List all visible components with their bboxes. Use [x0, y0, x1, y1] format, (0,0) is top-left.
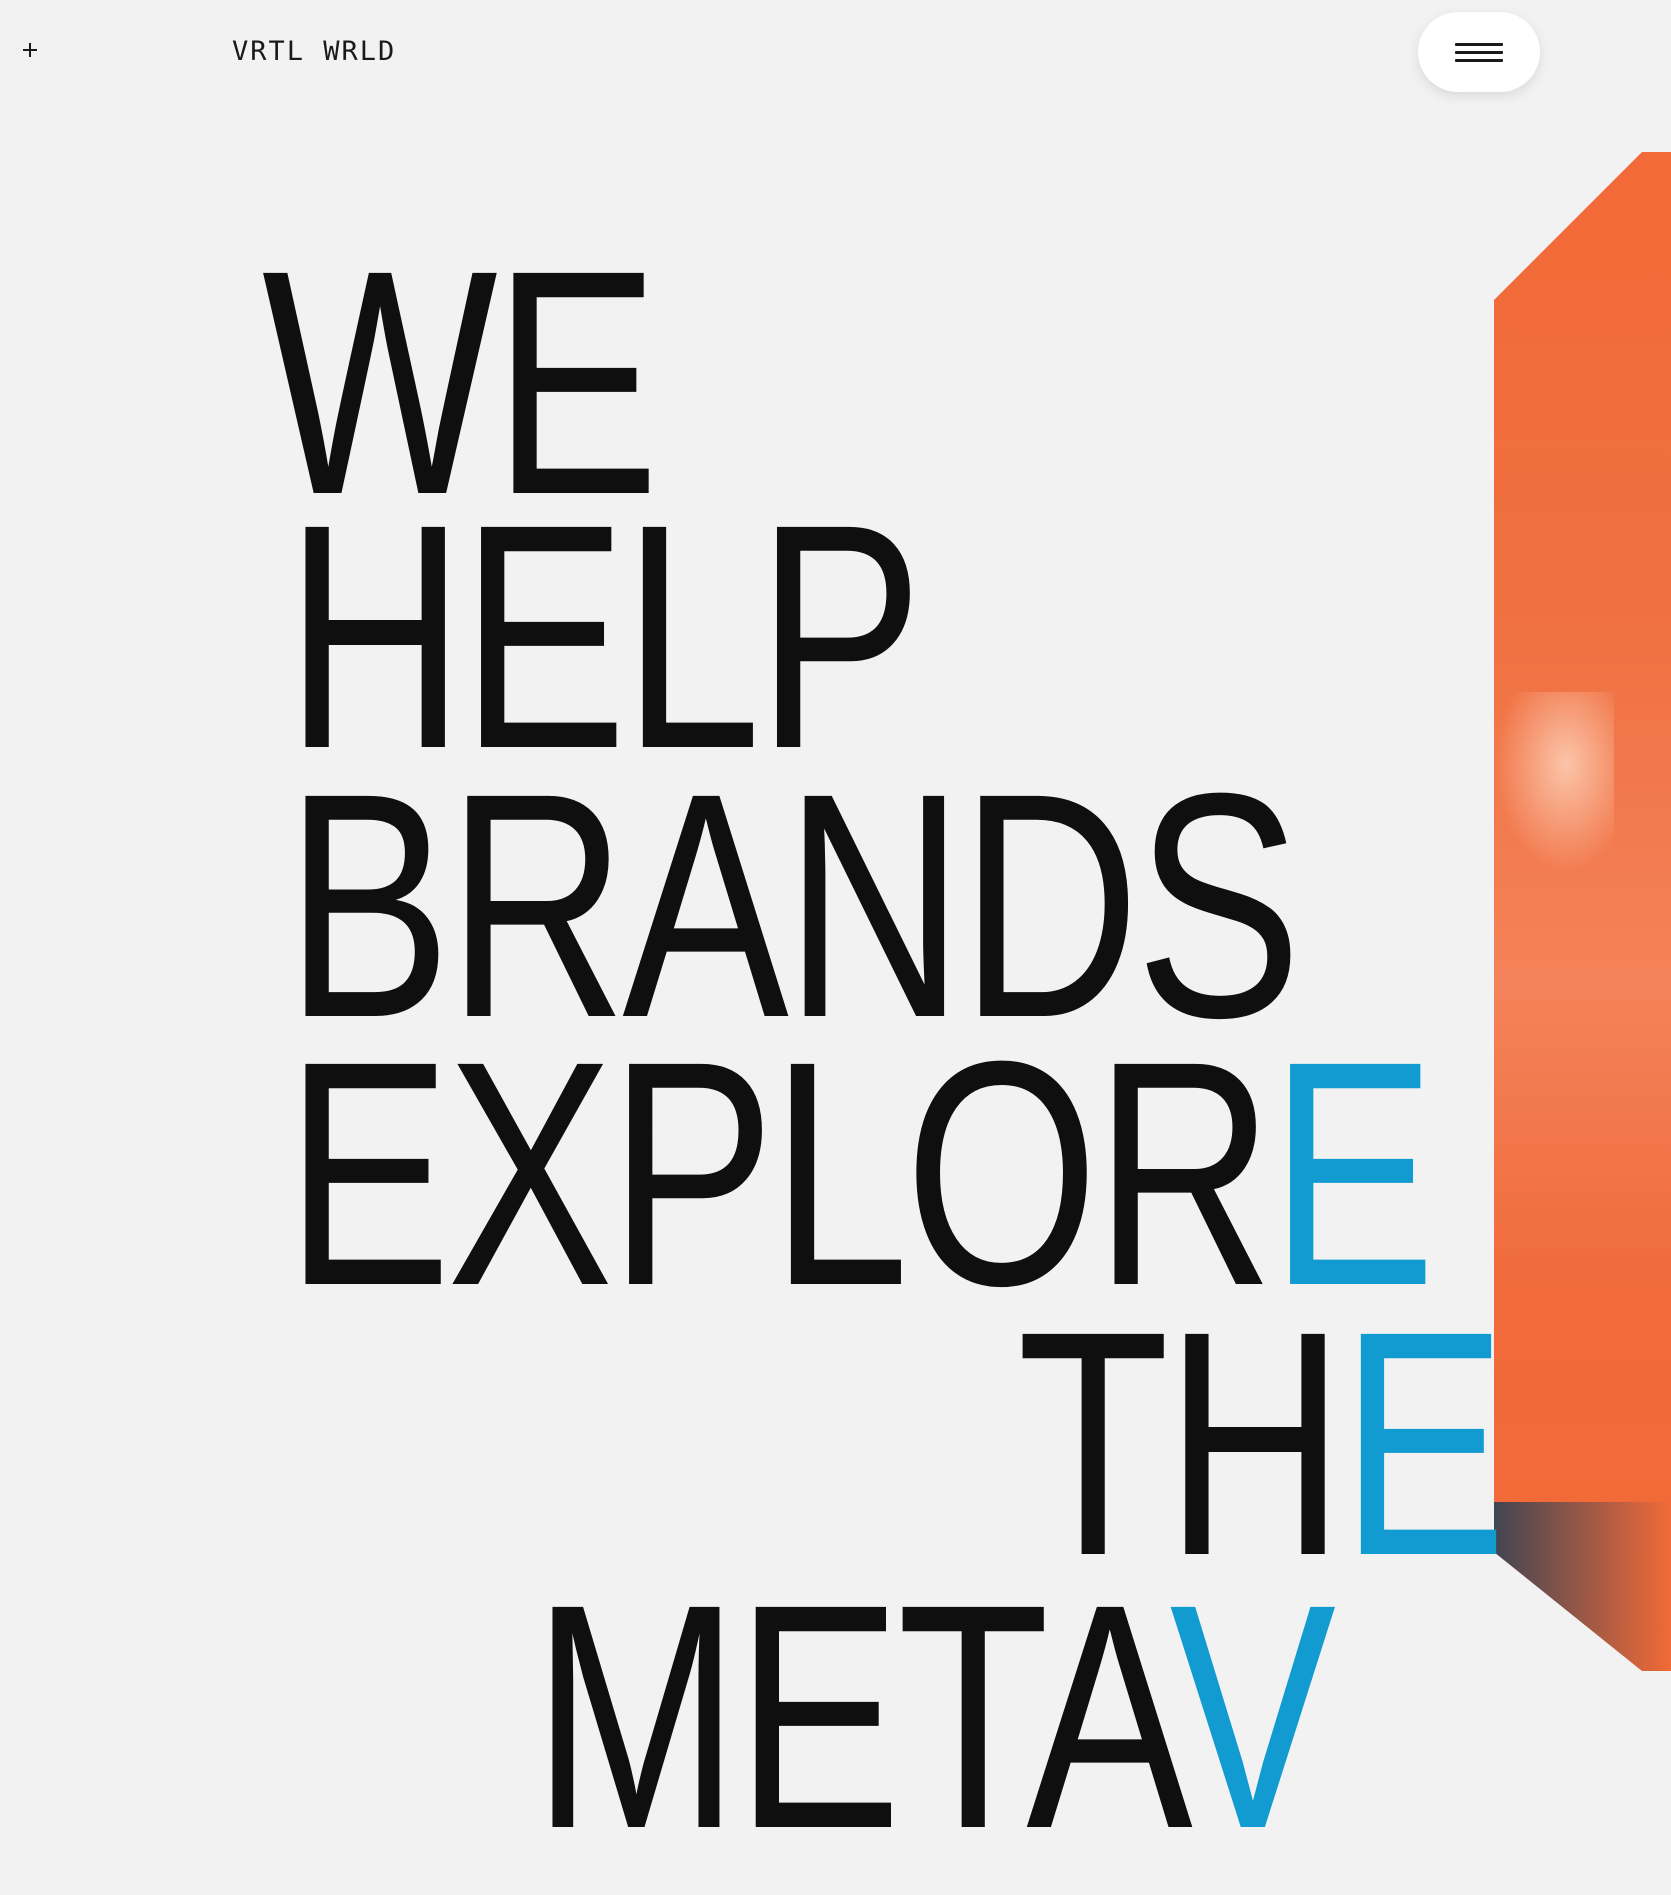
- headline-line-6-main: META: [532, 1537, 1174, 1895]
- menu-button[interactable]: [1418, 12, 1540, 92]
- hero-decorative-panel: [1494, 152, 1671, 1671]
- headline-line-6-accent: V: [1169, 1537, 1336, 1895]
- plus-button[interactable]: [18, 38, 42, 62]
- headline-line-4-main: EXPLOR: [285, 994, 1274, 1352]
- plus-icon: [23, 43, 37, 57]
- headline-line-5: THE: [1017, 1283, 1507, 1603]
- headline-line-6: METAV: [532, 1556, 1336, 1876]
- headline-line-2: HELP: [285, 457, 923, 815]
- headline-line-5-accent: E: [1340, 1264, 1506, 1622]
- site-logo[interactable]: VRTL WRLD: [232, 36, 396, 67]
- hamburger-icon: [1455, 38, 1503, 67]
- headline-line-4-accent: E: [1269, 994, 1436, 1352]
- headline-line-5-main: TH: [1017, 1264, 1345, 1622]
- hero-headline: WE HELP BRANDS EXPLORE THE METAV: [0, 0, 1671, 1876]
- headline-line-4: EXPLORE: [285, 1013, 1436, 1333]
- headline-line-3: BRANDS: [285, 726, 1302, 1084]
- site-header: VRTL WRLD: [0, 0, 1671, 110]
- headline-line-1: WE: [262, 203, 659, 561]
